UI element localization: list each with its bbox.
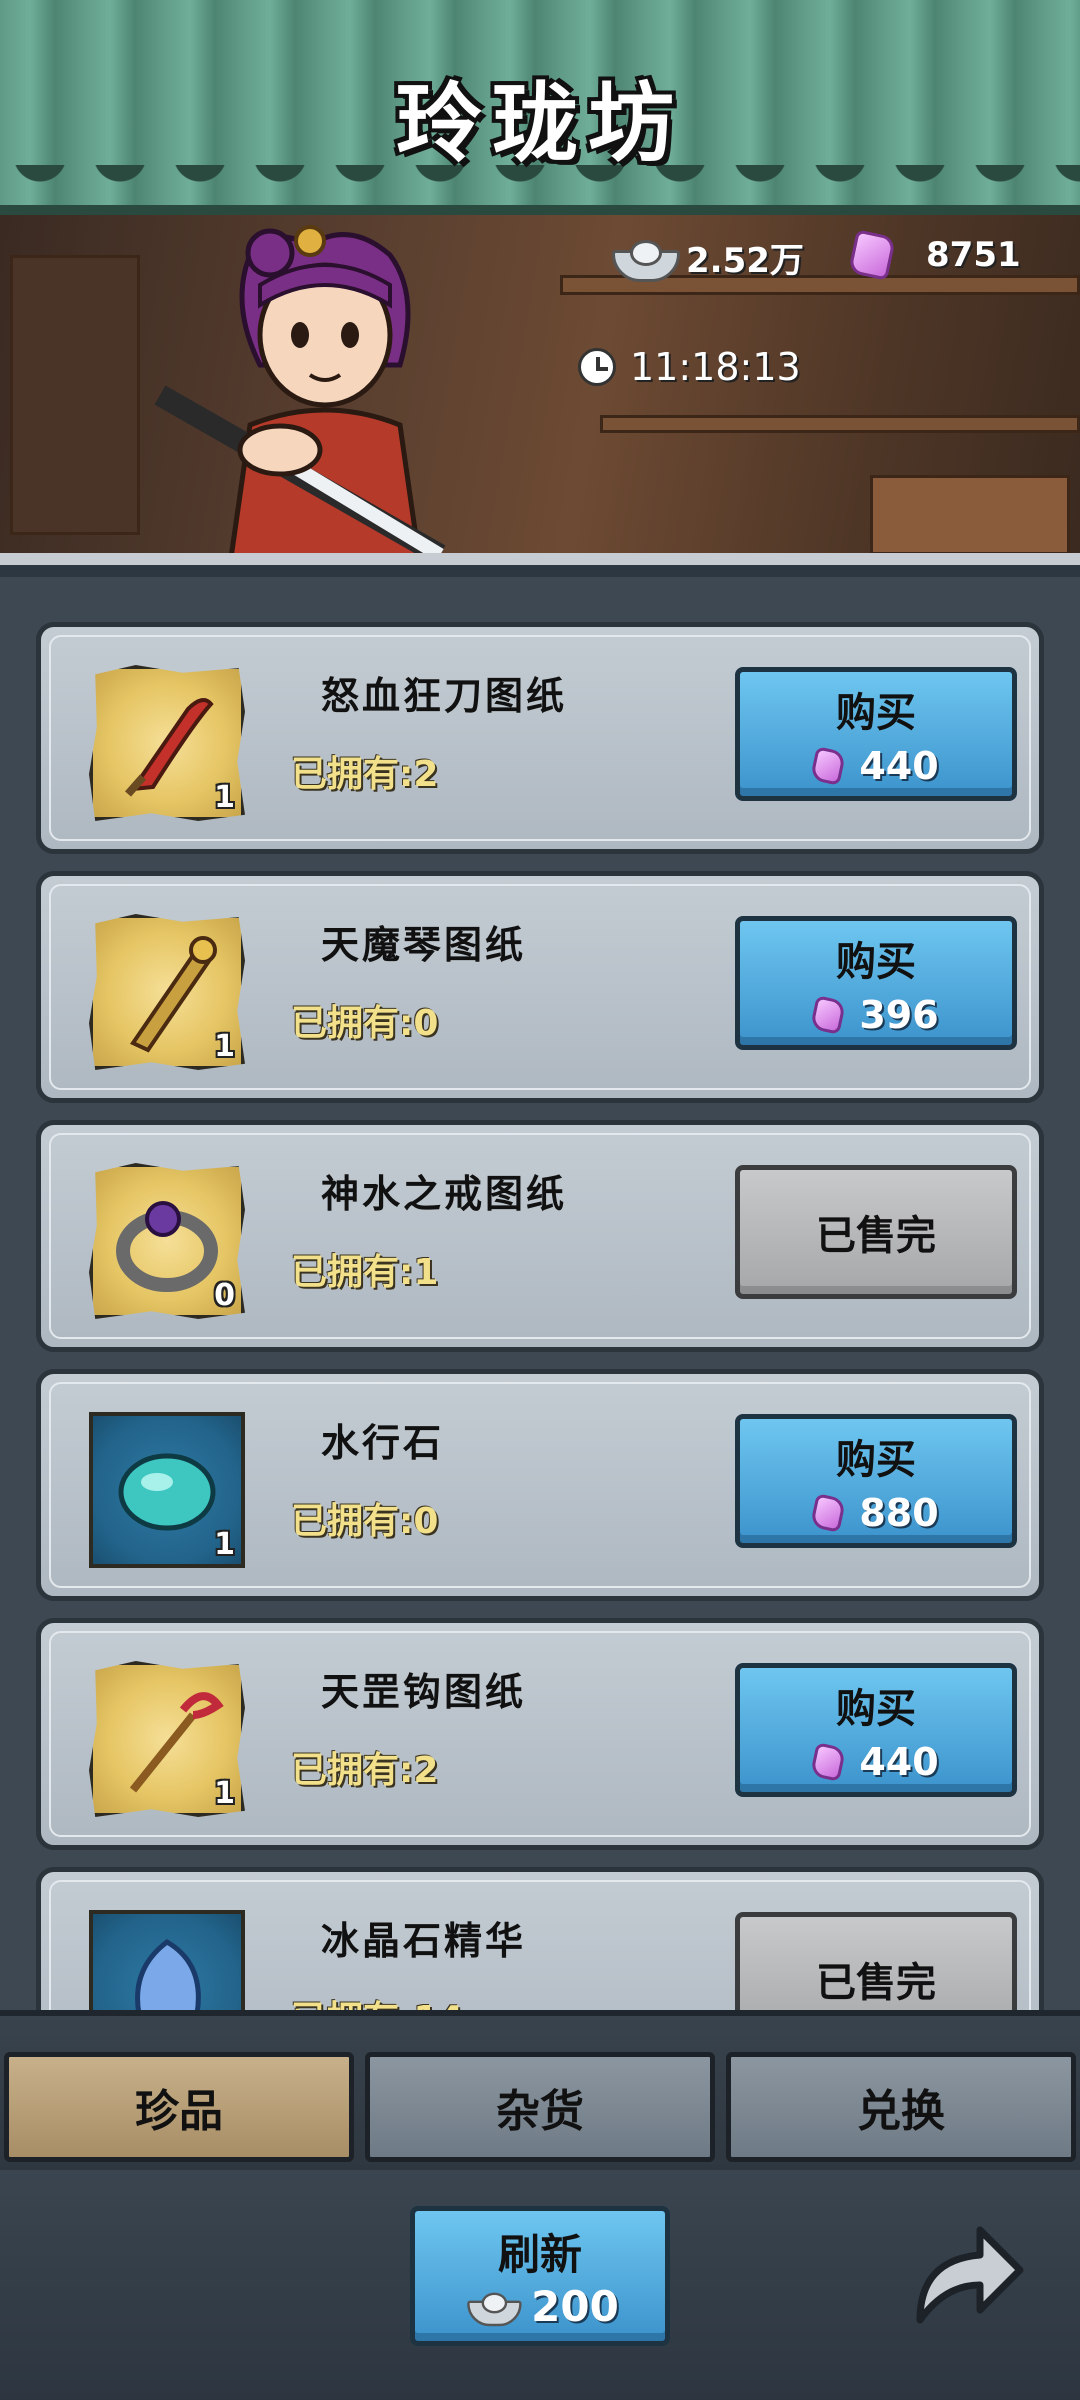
list-item: 1 怒血狂刀图纸 已拥有:2 购买 440 <box>36 622 1044 854</box>
silver-ingot-icon <box>467 2291 522 2326</box>
blade-blueprint-icon[interactable]: 1 <box>89 665 245 821</box>
price-value: 440 <box>859 1740 939 1784</box>
ice-crystal-icon[interactable]: 1 <box>89 1910 245 2025</box>
shopkeeper-banner: 2.52万 8751 11:18:13 <box>0 215 1080 565</box>
item-name: 怒血狂刀图纸 <box>321 674 568 718</box>
pink-gem-icon <box>847 229 897 281</box>
price-value: 396 <box>859 993 939 1037</box>
owned-count: 已拥有:2 <box>291 1750 439 1791</box>
item-name: 天魔琴图纸 <box>321 923 527 967</box>
buy-button[interactable]: 购买 396 <box>735 916 1017 1050</box>
hook-blueprint-icon[interactable]: 1 <box>89 1661 245 1817</box>
water-stone-icon[interactable]: 1 <box>89 1412 245 1568</box>
price-value: 440 <box>859 744 939 788</box>
buy-button[interactable]: 购买 880 <box>735 1414 1017 1548</box>
refresh-timer: 11:18:13 <box>578 345 801 389</box>
ring-blueprint-icon[interactable]: 0 <box>89 1163 245 1319</box>
shop-header: 玲珑坊 <box>0 0 1080 215</box>
owned-count: 已拥有:0 <box>291 1003 439 1044</box>
buy-label: 购买 <box>836 1686 916 1732</box>
title-plate: 玲珑坊 <box>340 40 740 190</box>
stack-count: 0 <box>214 1278 235 1313</box>
pink-gem-icon <box>810 746 847 786</box>
price: 396 <box>810 993 939 1037</box>
stack-count: 1 <box>214 1527 235 1562</box>
gem-value: 8751 <box>926 235 1021 275</box>
pink-gem-icon <box>810 995 847 1035</box>
silver-ingot-icon <box>612 238 680 282</box>
tab-treasures[interactable]: 珍品 <box>4 2052 354 2162</box>
item-list[interactable]: 1 怒血狂刀图纸 已拥有:2 购买 440 1 天魔琴图纸 已拥有:0 购买 3… <box>0 577 1080 2025</box>
pink-gem-icon <box>810 1493 847 1533</box>
buy-button[interactable]: 购买 440 <box>735 667 1017 801</box>
gem-balance: 8751 <box>847 229 1021 281</box>
zither-blueprint-icon[interactable]: 1 <box>89 914 245 1070</box>
list-item: 1 冰晶石精华 已拥有:14 已售完 <box>36 1867 1044 2025</box>
sold-out-button[interactable]: 已售完 <box>735 1165 1017 1299</box>
refresh-cost: 200 <box>461 2282 619 2331</box>
item-name: 冰晶石精华 <box>321 1919 527 1963</box>
ice-crystal-art <box>135 1939 201 2025</box>
silver-balance: 2.52万 <box>612 233 804 282</box>
crate-decor <box>870 475 1070 553</box>
refresh-label: 刷新 <box>497 2230 582 2279</box>
price-value: 880 <box>859 1491 939 1535</box>
stack-count: 1 <box>214 1029 235 1064</box>
stack-count: 1 <box>214 1776 235 1811</box>
buy-button[interactable]: 购买 440 <box>735 1663 1017 1797</box>
shopkeeper-character-icon <box>154 225 446 553</box>
refresh-button[interactable]: 刷新 200 <box>410 2206 670 2346</box>
item-name: 天罡钩图纸 <box>321 1670 527 1714</box>
tab-exchange[interactable]: 兑换 <box>726 2052 1076 2162</box>
list-item: 1 天罡钩图纸 已拥有:2 购买 440 <box>36 1618 1044 1850</box>
category-tabs: 珍品 杂货 兑换 <box>0 2010 1080 2170</box>
price: 440 <box>810 744 939 788</box>
sold-out-button[interactable]: 已售完 <box>735 1912 1017 2025</box>
buy-label: 购买 <box>836 690 916 736</box>
tab-goods[interactable]: 杂货 <box>365 2052 715 2162</box>
price: 880 <box>810 1491 939 1535</box>
refresh-cost-value: 200 <box>531 2282 619 2331</box>
list-item: 1 天魔琴图纸 已拥有:0 购买 396 <box>36 871 1044 1103</box>
owned-count: 已拥有:1 <box>291 1252 439 1293</box>
price: 440 <box>810 1740 939 1784</box>
share-arrow-icon[interactable] <box>900 2210 1030 2340</box>
buy-label: 购买 <box>836 939 916 985</box>
list-item: 1 水行石 已拥有:0 购买 880 <box>36 1369 1044 1601</box>
silver-value: 2.52万 <box>686 241 804 281</box>
bottom-bar: 刷新 200 <box>0 2170 1080 2400</box>
owned-count: 已拥有:0 <box>291 1501 439 1542</box>
stack-count: 1 <box>214 780 235 815</box>
item-name: 水行石 <box>321 1421 445 1465</box>
clock-icon <box>578 348 616 386</box>
shelf-decor <box>600 415 1080 433</box>
pink-gem-icon <box>810 1742 847 1782</box>
owned-count: 已拥有:2 <box>291 754 439 795</box>
list-item: 0 神水之戒图纸 已拥有:1 已售完 <box>36 1120 1044 1352</box>
timer-value: 11:18:13 <box>630 345 801 389</box>
page-title: 玲珑坊 <box>396 72 684 174</box>
item-name: 神水之戒图纸 <box>321 1172 568 1216</box>
buy-label: 购买 <box>836 1437 916 1483</box>
